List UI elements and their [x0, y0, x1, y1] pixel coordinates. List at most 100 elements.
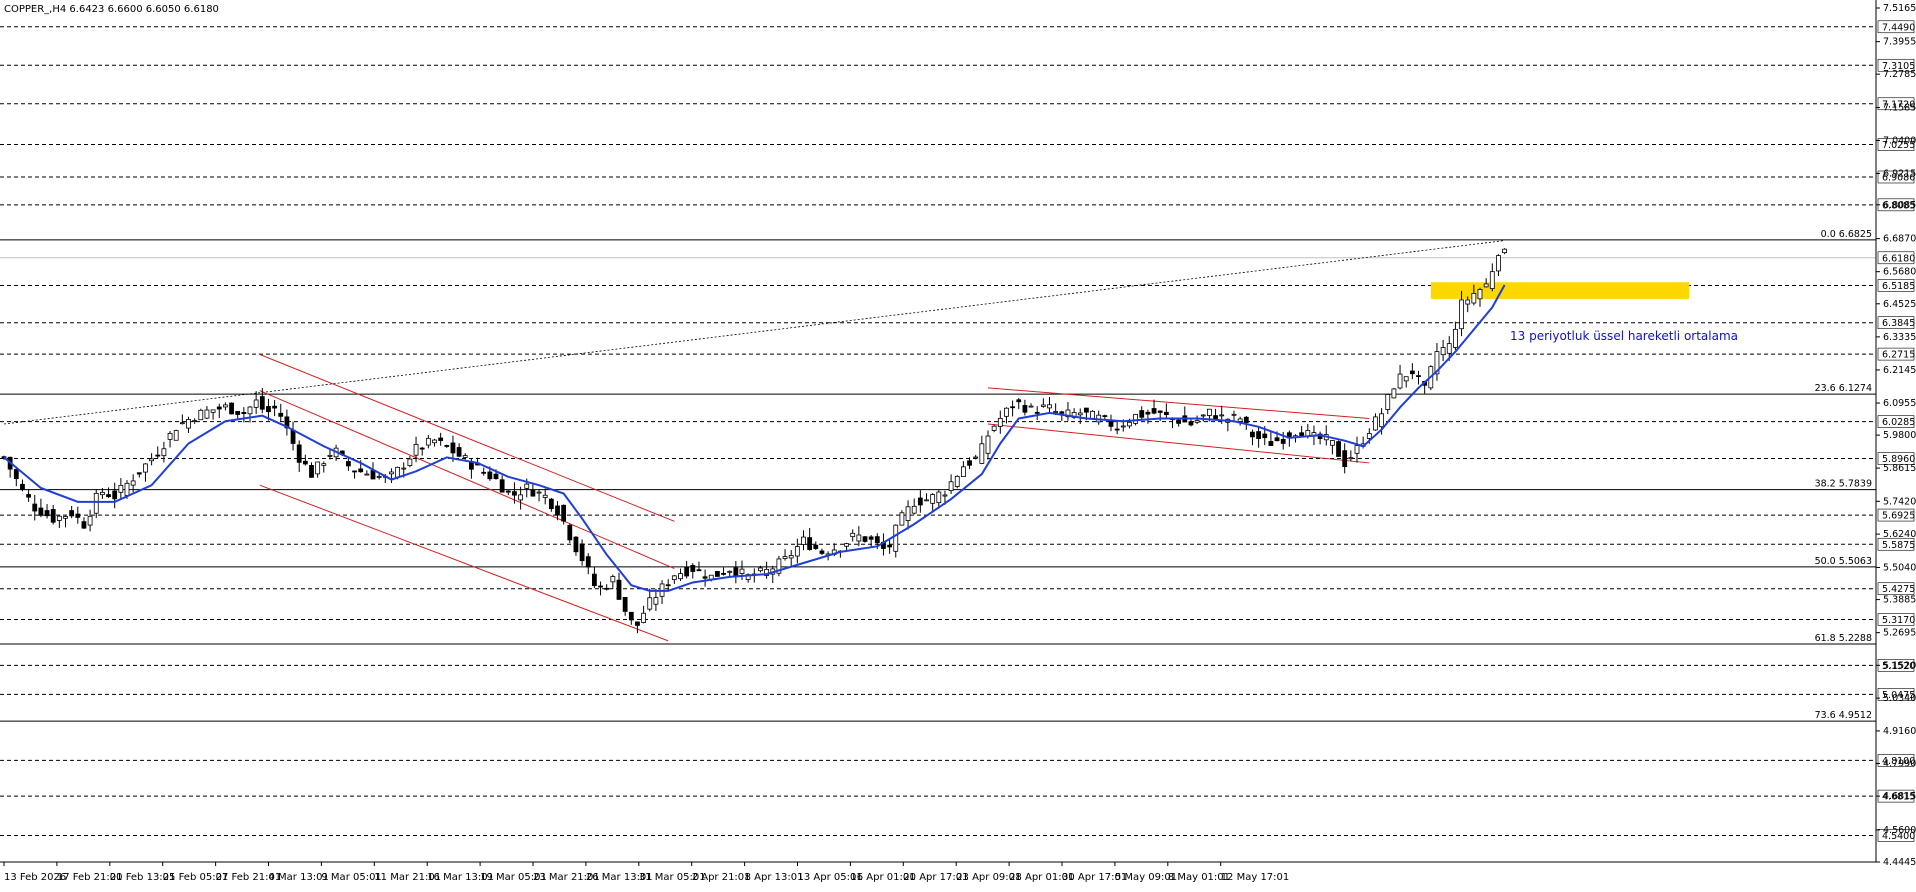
candle-body — [1409, 370, 1415, 375]
candle-body — [192, 420, 198, 422]
candle-body — [1213, 415, 1218, 420]
candle-body — [210, 409, 216, 413]
candle-body — [610, 576, 616, 583]
candle-body — [93, 492, 99, 514]
candle-body — [173, 430, 179, 441]
candle-body — [450, 442, 456, 454]
candle-body — [1446, 343, 1452, 354]
candle-body — [561, 504, 567, 522]
candle-body — [179, 422, 185, 425]
y-tick-label: 7.0400 — [1883, 135, 1916, 146]
candle-body — [518, 494, 523, 501]
candle-body — [143, 463, 148, 473]
candle-body — [50, 509, 56, 523]
candle-body — [973, 456, 979, 459]
candle-body — [850, 532, 856, 538]
candle-body — [696, 569, 702, 572]
level-label: 7.4490 — [1882, 22, 1915, 33]
candle-body — [1459, 299, 1464, 330]
candle-body — [278, 412, 284, 417]
candle-body — [1397, 373, 1403, 389]
candle-body — [530, 489, 536, 497]
candle-body — [253, 399, 259, 408]
candle-body — [536, 491, 542, 494]
candle-body — [1483, 283, 1489, 288]
candle-body — [807, 537, 813, 550]
candle-body — [345, 461, 351, 467]
candle-body — [13, 469, 19, 480]
y-tick-label: 4.4445 — [1883, 857, 1916, 868]
candle-body — [801, 536, 806, 545]
candle-body — [118, 484, 124, 493]
candle-body — [309, 465, 314, 478]
candle-body — [702, 576, 708, 579]
candle-body — [1114, 428, 1120, 431]
candle-body — [917, 497, 923, 506]
candle-body — [290, 429, 296, 444]
candle-body — [87, 515, 93, 526]
candle-body — [573, 536, 579, 553]
level-label: 6.0285 — [1882, 417, 1915, 428]
y-tick-label: 6.0955 — [1883, 398, 1916, 409]
candle-body — [63, 516, 68, 519]
candle-body — [1385, 394, 1391, 410]
candle-body — [358, 468, 364, 473]
candle-body — [911, 505, 917, 514]
candle-body — [942, 494, 948, 497]
candle-body — [75, 513, 81, 518]
candle-body — [1256, 431, 1261, 439]
candle-body — [222, 404, 228, 408]
candle-body — [161, 448, 167, 457]
candle-body — [444, 445, 450, 447]
candle-body — [856, 534, 862, 542]
candle-body — [567, 524, 573, 541]
candle-body — [1336, 441, 1341, 457]
candle-body — [1379, 413, 1384, 428]
candle-body — [44, 510, 50, 517]
candle-body — [721, 573, 726, 575]
candle-body — [1416, 375, 1421, 377]
candle-body — [813, 544, 819, 549]
candle-body — [235, 410, 241, 415]
candle-body — [1403, 376, 1409, 382]
y-tick-label: 4.5600 — [1883, 825, 1916, 836]
candle-body — [1034, 411, 1040, 414]
candle-body — [456, 447, 462, 457]
candle-body — [327, 454, 333, 457]
candle-body — [130, 480, 136, 486]
candle-body — [272, 405, 278, 409]
candle-body — [106, 494, 111, 498]
y-tick-label: 5.3885 — [1883, 595, 1916, 606]
candle-body — [1120, 425, 1126, 428]
candle-body — [1268, 441, 1274, 446]
fib-label: 50.0 5.5063 — [1815, 556, 1872, 567]
candle-body — [905, 506, 911, 521]
candle-body — [401, 467, 407, 470]
candle-body — [739, 568, 745, 574]
candle-body — [493, 473, 499, 480]
chart: 7.4490 7.3105 7.1720 7.0255 6.9086 6.8085 6.61… — [0, 0, 1916, 888]
candle-body — [1391, 388, 1397, 399]
y-tick-label: 4.9160 — [1883, 726, 1916, 737]
y-tick-label: 6.2145 — [1883, 365, 1916, 376]
candle-body — [167, 432, 173, 440]
candle-body — [1366, 433, 1372, 439]
candle-body — [1077, 412, 1083, 416]
candle-body — [1053, 411, 1059, 413]
price-chart: 7.44907.31057.17207.02556.90866.80856.61… — [0, 0, 1916, 888]
candle-body — [684, 566, 690, 577]
candle-body — [628, 611, 634, 621]
candle-body — [296, 444, 302, 463]
y-tick-label: 5.2695 — [1883, 628, 1916, 639]
candle-body — [1496, 255, 1501, 272]
candle-body — [487, 471, 493, 480]
candle-body — [985, 435, 991, 454]
candle-body — [315, 461, 321, 475]
candle-body — [893, 524, 899, 552]
level-label: 5.5875 — [1882, 540, 1915, 551]
candle-body — [321, 463, 327, 466]
candle-body — [1194, 420, 1200, 423]
candle-body — [794, 546, 800, 557]
candle-body — [1157, 410, 1163, 413]
candle-body — [241, 412, 247, 414]
